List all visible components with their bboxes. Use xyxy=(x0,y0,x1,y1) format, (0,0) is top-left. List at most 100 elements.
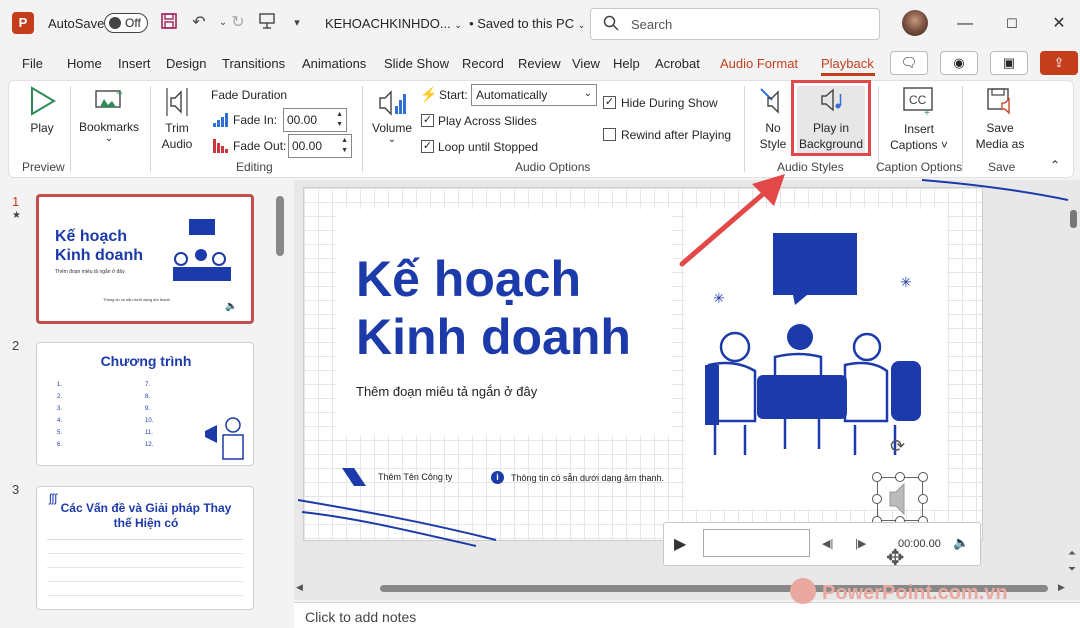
insert-captions-line1[interactable]: Insert xyxy=(886,122,952,136)
slide-thumbnail-3[interactable]: ʃʃʃ Các Vấn đề và Giải pháp Thay thế Hiệ… xyxy=(36,486,254,610)
search-placeholder: Search xyxy=(631,17,673,32)
trim-audio-icon[interactable] xyxy=(163,86,191,118)
trim-audio-line2[interactable]: Audio xyxy=(158,137,196,151)
agenda-item: 11. xyxy=(145,430,153,436)
save-media-line2[interactable]: Media as xyxy=(972,137,1028,151)
loop-until-stopped-checkbox[interactable]: ✓ xyxy=(421,140,434,153)
slide-thumbnail-2[interactable]: Chương trình 1. 2. 3. 4. 5. 6. 7. 8. 9. … xyxy=(36,342,254,466)
slide-subtitle[interactable]: Thêm đoạn miêu tả ngắn ở đây xyxy=(356,384,537,399)
fade-in-input[interactable]: 00.00 ▲ ▼ xyxy=(283,108,347,132)
info-icon: i xyxy=(491,471,504,484)
minimize-icon[interactable]: — xyxy=(953,12,977,36)
svg-text:✳: ✳ xyxy=(900,274,912,290)
volume-icon[interactable] xyxy=(378,88,408,118)
player-forward-icon[interactable]: |▶ xyxy=(855,537,866,550)
ribbon-divider xyxy=(150,86,151,172)
tab-slide-show[interactable]: Slide Show xyxy=(384,56,449,71)
redo-icon[interactable]: ↻ xyxy=(227,12,249,34)
fade-in-value: 00.00 xyxy=(287,113,318,127)
tab-audio-format[interactable]: Audio Format xyxy=(720,56,798,71)
avatar[interactable] xyxy=(902,10,928,36)
player-volume-icon[interactable]: 🔈 xyxy=(953,535,969,551)
insert-captions-icon[interactable]: CC + xyxy=(902,86,934,119)
powerpoint-logo-icon: P xyxy=(12,12,34,34)
bookmarks-button[interactable]: Bookmarks xyxy=(78,120,140,134)
play-icon[interactable] xyxy=(28,86,56,116)
volume-button[interactable]: Volume xyxy=(369,121,415,135)
next-slide-icon[interactable]: ⏷ xyxy=(1068,564,1076,575)
start-label: Start: xyxy=(439,88,468,102)
customize-toolbar-icon[interactable]: ▾ xyxy=(286,12,308,34)
scroll-left-icon[interactable]: ◀ xyxy=(296,582,303,593)
close-icon[interactable]: ✕ xyxy=(1047,12,1071,36)
spin-arrows-icon[interactable]: ▲ ▼ xyxy=(341,136,348,156)
transition-star-icon: ★ xyxy=(12,210,21,221)
play-button[interactable]: Play xyxy=(22,121,62,135)
collapse-ribbon-icon[interactable]: ⌃ xyxy=(1050,158,1060,172)
no-style-icon[interactable] xyxy=(758,86,786,116)
rotate-handle-icon[interactable]: ⟳ xyxy=(890,436,905,457)
player-play-icon[interactable]: ▶ xyxy=(674,534,686,554)
play-across-slides-checkbox[interactable]: ✓ xyxy=(421,114,434,127)
rewind-after-playing-checkbox[interactable] xyxy=(603,128,616,141)
rewind-after-playing-label[interactable]: Rewind after Playing xyxy=(621,128,731,142)
fade-out-icon xyxy=(213,139,229,153)
loop-until-stopped-label[interactable]: Loop until Stopped xyxy=(438,140,538,154)
tab-transitions[interactable]: Transitions xyxy=(222,56,285,71)
audio-info-text[interactable]: Thông tin có sẵn dưới dạng âm thanh. xyxy=(511,473,664,483)
vertical-scrollbar[interactable] xyxy=(1070,210,1077,228)
player-back-icon[interactable]: ◀| xyxy=(822,537,833,550)
player-timeline[interactable] xyxy=(703,529,810,557)
svg-text:+: + xyxy=(924,108,930,116)
tab-view[interactable]: View xyxy=(572,56,600,71)
tab-acrobat[interactable]: Acrobat xyxy=(655,56,700,71)
no-style-line1[interactable]: No xyxy=(754,121,792,135)
thumb-footer: Thông tin có sẵn dưới dạng âm thanh. xyxy=(103,297,172,302)
bookmarks-icon[interactable]: + xyxy=(94,86,124,115)
tab-home[interactable]: Home xyxy=(67,56,102,71)
save-icon[interactable] xyxy=(158,12,180,34)
save-media-line1[interactable]: Save xyxy=(972,121,1028,135)
tab-review[interactable]: Review xyxy=(518,56,561,71)
save-media-icon[interactable] xyxy=(985,86,1015,116)
prev-slide-icon[interactable]: ⏶ xyxy=(1068,548,1076,559)
fade-in-icon xyxy=(213,113,229,127)
tab-file[interactable]: File xyxy=(22,56,43,71)
share-icon[interactable]: ⇪ xyxy=(1040,51,1078,75)
undo-icon[interactable]: ↶ xyxy=(188,12,210,34)
tab-animations[interactable]: Animations xyxy=(302,56,366,71)
no-style-line2[interactable]: Style xyxy=(754,137,792,151)
maximize-icon[interactable]: ☐ xyxy=(1000,12,1024,36)
insert-captions-line2[interactable]: Captions ˅ xyxy=(886,138,952,152)
agenda-item: 7. xyxy=(145,382,151,388)
slide-title[interactable]: Kế hoạch Kinh doanh xyxy=(356,250,676,366)
company-name[interactable]: Thêm Tên Công ty xyxy=(378,472,452,482)
decorative-scribble-icon xyxy=(297,499,497,547)
tab-help[interactable]: Help xyxy=(613,56,640,71)
hide-during-show-checkbox[interactable]: ✓ xyxy=(603,96,616,109)
thumbnail-scrollbar[interactable] xyxy=(276,196,284,256)
group-save: Save xyxy=(988,160,1016,174)
search-box[interactable]: Search xyxy=(590,8,880,40)
fade-out-input[interactable]: 00.00 ▲ ▼ xyxy=(288,134,352,158)
autosave-toggle[interactable]: Off xyxy=(104,13,148,33)
selection-handles[interactable] xyxy=(870,470,930,528)
tab-insert[interactable]: Insert xyxy=(118,56,151,71)
spin-arrows-icon[interactable]: ▲ ▼ xyxy=(336,110,343,130)
notes-placeholder[interactable]: Click to add notes xyxy=(305,609,416,625)
hide-during-show-label[interactable]: Hide During Show xyxy=(621,96,718,110)
squiggle-icon: ʃʃʃ xyxy=(49,491,57,505)
chevron-down-icon: ⌄ xyxy=(583,88,592,99)
play-across-slides-label[interactable]: Play Across Slides xyxy=(438,114,537,128)
present-icon[interactable] xyxy=(256,12,278,34)
scroll-right-icon[interactable]: ▶ xyxy=(1058,582,1065,593)
comments-icon[interactable]: 🗨 xyxy=(890,51,928,75)
tab-design[interactable]: Design xyxy=(166,56,206,71)
present-teams-icon[interactable]: ▣ xyxy=(990,51,1028,75)
start-select[interactable]: Automatically ⌄ xyxy=(471,84,597,106)
tab-record[interactable]: Record xyxy=(462,56,504,71)
tab-playback[interactable]: Playback xyxy=(821,56,874,71)
trim-audio-line1[interactable]: Trim xyxy=(158,121,196,135)
slide-thumbnail-1[interactable]: Kế hoạch Kinh doanh Thêm đoạn miêu tả ng… xyxy=(36,194,254,324)
record-icon[interactable]: ◉ xyxy=(940,51,978,75)
